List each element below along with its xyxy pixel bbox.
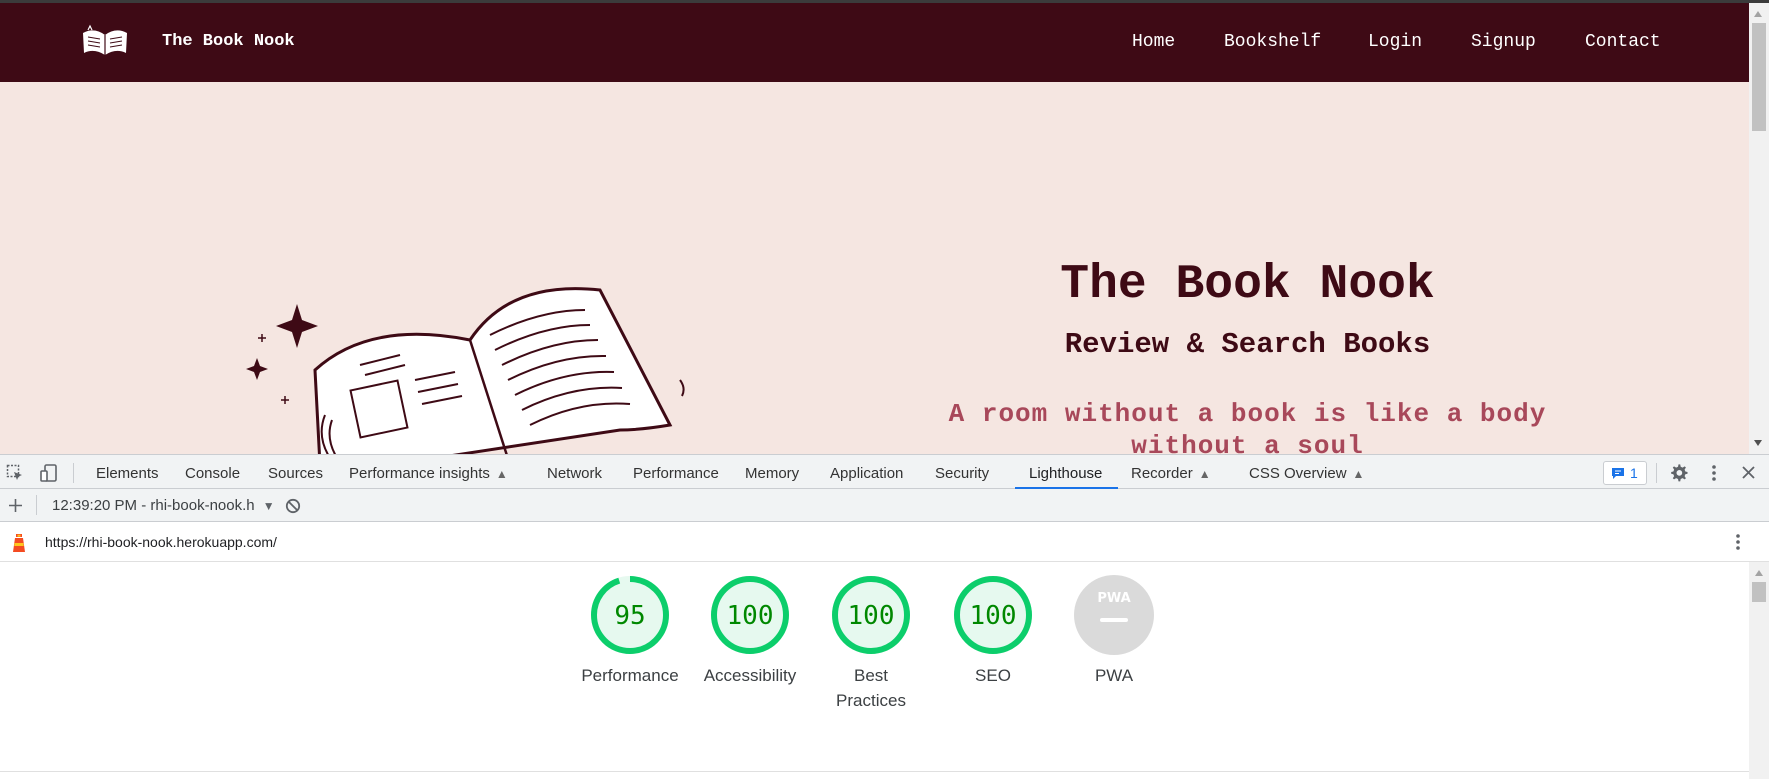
tab-label: Lighthouse — [1029, 465, 1103, 482]
experiment-flask-icon: ▲ — [1198, 467, 1211, 481]
pwa-gauge[interactable]: PWA PWA — [1059, 573, 1169, 688]
tab-recorder[interactable]: Recorder ▲ — [1131, 465, 1211, 482]
best-practices-gauge[interactable]: 100 Best Practices — [816, 573, 926, 713]
more-options-icon[interactable] — [1707, 464, 1721, 482]
dropdown-arrow-icon: ▼ — [262, 499, 275, 513]
tab-performance-insights[interactable]: Performance insights ▲ — [349, 465, 508, 482]
report-url-bar: https://rhi-book-nook.herokuapp.com/ — [0, 522, 1769, 562]
inspect-element-icon[interactable] — [6, 464, 24, 482]
performance-gauge[interactable]: 95 Performance — [575, 573, 685, 688]
tab-label: Performance — [633, 465, 719, 482]
pwa-badge-text: PWA — [1097, 591, 1130, 606]
gauge-label: Accessibility — [703, 666, 797, 685]
devtools-tabbar: Elements Console Sources Performance ins… — [0, 454, 1769, 489]
tab-elements[interactable]: Elements — [96, 465, 159, 482]
gear-icon[interactable] — [1669, 463, 1688, 482]
gauge-label: Best Practices — [836, 666, 906, 710]
tab-network[interactable]: Network — [547, 465, 602, 482]
tab-label: Security — [935, 465, 990, 482]
tab-performance[interactable]: Performance — [633, 465, 719, 482]
tab-sources[interactable]: Sources — [268, 465, 323, 482]
experiment-flask-icon: ▲ — [495, 467, 508, 481]
gauge-ring: 100 — [954, 576, 1032, 654]
pwa-dash-icon — [1100, 618, 1128, 622]
issues-counter-button[interactable]: 1 — [1603, 461, 1647, 485]
tab-label: Memory — [745, 465, 800, 482]
tab-label: Sources — [268, 465, 324, 482]
scroll-up-arrow-icon[interactable] — [1754, 11, 1762, 17]
tab-label: CSS Overview — [1249, 465, 1347, 482]
nav-link-home[interactable]: Home — [1132, 32, 1175, 52]
report-menu-icon[interactable] — [1731, 533, 1745, 551]
scroll-up-arrow-icon[interactable] — [1755, 570, 1763, 576]
toolbar-separator — [36, 495, 37, 515]
lighthouse-report: 95 Performance 100 Accessibility 100 Best P… — [0, 562, 1749, 779]
seo-gauge[interactable]: 100 SEO — [938, 573, 1048, 688]
tab-label: Elements — [96, 465, 159, 482]
device-toolbar-icon[interactable] — [39, 463, 59, 483]
report-scrollbar[interactable] — [1749, 562, 1769, 779]
tab-memory[interactable]: Memory — [745, 465, 799, 482]
tab-label: Recorder — [1131, 465, 1193, 482]
site-brand[interactable]: The Book Nook — [162, 32, 295, 51]
clear-block-icon[interactable] — [285, 498, 301, 514]
tab-console[interactable]: Console — [185, 465, 240, 482]
open-book-illustration — [246, 287, 685, 454]
gauge-label: Performance — [581, 666, 679, 685]
gauge-ring: 95 — [591, 576, 669, 654]
hero-subtitle: Review & Search Books — [1064, 328, 1431, 361]
close-icon[interactable] — [1741, 465, 1756, 480]
gauge-label: PWA — [1094, 666, 1134, 685]
report-selector[interactable]: 12:39:20 PM - rhi-book-nook.h ▼ — [52, 497, 275, 514]
gauge-label: SEO — [975, 666, 1011, 685]
hero-title: The Book Nook — [1060, 258, 1435, 312]
nav-link-bookshelf[interactable]: Bookshelf — [1224, 32, 1321, 52]
pwa-badge-background — [1074, 575, 1154, 655]
accessibility-gauge[interactable]: 100 Accessibility — [695, 573, 805, 688]
issues-count: 1 — [1630, 465, 1638, 481]
hero-quote: A room without a book is like a body wit… — [948, 399, 1547, 454]
gauge-score: 100 — [727, 601, 774, 631]
gauge-ring: 100 — [711, 576, 789, 654]
scroll-down-arrow-icon[interactable] — [1754, 440, 1762, 446]
report-divider — [0, 771, 1749, 772]
audited-url[interactable]: https://rhi-book-nook.herokuapp.com/ — [45, 534, 277, 550]
nav-link-signup[interactable]: Signup — [1471, 32, 1536, 52]
website-viewport: The Book Nook Home Bookshelf Login Signu… — [0, 0, 1769, 454]
plus-icon[interactable] — [8, 498, 23, 513]
nav-link-login[interactable]: Login — [1368, 32, 1422, 52]
site-navbar: The Book Nook Home Bookshelf Login Signu… — [0, 3, 1749, 82]
tab-label: Performance insights — [349, 465, 490, 482]
lighthouse-logo-icon — [13, 534, 25, 552]
tab-application[interactable]: Application — [830, 465, 903, 482]
page-scroll-thumb[interactable] — [1752, 23, 1766, 131]
page-scrollbar[interactable] — [1749, 3, 1769, 454]
tab-lighthouse[interactable]: Lighthouse — [1029, 465, 1102, 482]
gauge-score: 100 — [848, 601, 895, 631]
report-selector-value: 12:39:20 PM - rhi-book-nook.h — [52, 497, 255, 514]
sparkle-icon — [246, 358, 268, 380]
lighthouse-toolbar: 12:39:20 PM - rhi-book-nook.h ▼ — [0, 489, 1769, 522]
toolbar-separator — [1656, 463, 1657, 483]
devtools-panel: Elements Console Sources Performance ins… — [0, 454, 1769, 779]
gauge-score: 95 — [614, 601, 645, 631]
tab-css-overview[interactable]: CSS Overview ▲ — [1249, 465, 1364, 482]
gauge-score: 100 — [970, 601, 1017, 631]
tab-label: Console — [185, 465, 241, 482]
report-scroll-thumb[interactable] — [1752, 582, 1766, 602]
toolbar-separator — [73, 463, 74, 483]
issue-message-icon — [1612, 468, 1624, 479]
tab-label: Application — [830, 465, 904, 482]
tab-security[interactable]: Security — [935, 465, 989, 482]
experiment-flask-icon: ▲ — [1352, 467, 1365, 481]
gauge-ring: PWA — [1074, 575, 1154, 655]
gauge-ring: 100 — [832, 576, 910, 654]
open-book-logo-icon[interactable] — [80, 23, 130, 61]
nav-link-contact[interactable]: Contact — [1585, 32, 1661, 52]
tab-label: Network — [547, 465, 603, 482]
sparkle-icon — [276, 304, 318, 348]
